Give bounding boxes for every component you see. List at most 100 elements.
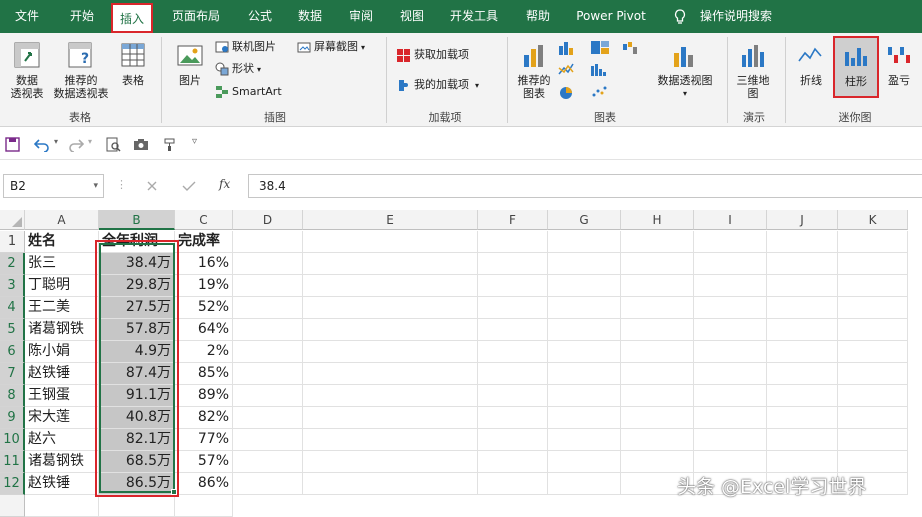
cell-empty[interactable] bbox=[233, 253, 303, 275]
cell-empty[interactable] bbox=[303, 363, 478, 385]
cell-empty[interactable] bbox=[478, 319, 548, 341]
cell-empty[interactable] bbox=[303, 341, 478, 363]
cell-completion[interactable]: 86% bbox=[175, 473, 233, 495]
tab-data[interactable]: 数据 bbox=[290, 0, 330, 33]
row-header-2[interactable]: 2 bbox=[0, 253, 25, 275]
cell-completion[interactable]: 89% bbox=[175, 385, 233, 407]
redo-icon[interactable] bbox=[68, 137, 84, 152]
tab-formulas[interactable]: 公式 bbox=[238, 0, 282, 33]
cell-name[interactable]: 张三 bbox=[25, 253, 99, 275]
format-painter-icon[interactable] bbox=[162, 137, 177, 152]
sparkline-line-button[interactable]: 折线 bbox=[793, 41, 829, 87]
undo-icon[interactable] bbox=[34, 137, 50, 152]
cell-completion[interactable]: 85% bbox=[175, 363, 233, 385]
cell-empty[interactable] bbox=[548, 253, 621, 275]
cell-empty[interactable] bbox=[303, 407, 478, 429]
cell-empty[interactable] bbox=[694, 297, 767, 319]
column-chart-button[interactable] bbox=[558, 38, 588, 56]
sparkline-winloss-button[interactable]: 盈亏 bbox=[882, 41, 916, 87]
row-header-12[interactable]: 12 bbox=[0, 473, 25, 495]
tell-me-search[interactable]: 操作说明搜索 bbox=[694, 0, 778, 33]
cell-empty[interactable] bbox=[621, 363, 694, 385]
cell-empty[interactable] bbox=[694, 429, 767, 451]
cell-empty[interactable] bbox=[838, 407, 908, 429]
cell-empty[interactable] bbox=[233, 297, 303, 319]
tab-page-layout[interactable]: 页面布局 bbox=[164, 0, 228, 33]
cell-empty[interactable] bbox=[233, 473, 303, 495]
cell-empty[interactable] bbox=[303, 231, 478, 253]
cell-empty[interactable] bbox=[621, 407, 694, 429]
cell-empty[interactable] bbox=[548, 385, 621, 407]
cell-empty[interactable] bbox=[838, 253, 908, 275]
column-header-a[interactable]: A bbox=[25, 210, 99, 230]
cell-empty[interactable] bbox=[548, 319, 621, 341]
cell-empty[interactable] bbox=[233, 385, 303, 407]
cell-empty[interactable] bbox=[548, 231, 621, 253]
cell-empty[interactable] bbox=[478, 253, 548, 275]
confirm-entry-icon[interactable] bbox=[182, 180, 196, 192]
pivot-table-button[interactable]: 数据 透视表 bbox=[6, 41, 48, 100]
cell-empty[interactable] bbox=[478, 297, 548, 319]
pie-chart-button[interactable] bbox=[558, 83, 588, 101]
3d-map-button[interactable]: 三维地 图 bbox=[732, 41, 774, 100]
column-header-b[interactable]: B bbox=[99, 210, 175, 230]
pictures-button[interactable]: 图片 bbox=[170, 41, 210, 87]
line-chart-button[interactable] bbox=[558, 60, 588, 78]
cell-completion[interactable]: 64% bbox=[175, 319, 233, 341]
cell-name[interactable]: 诸葛钢铁 bbox=[25, 451, 99, 473]
row-header-3[interactable]: 3 bbox=[0, 275, 25, 297]
cell-empty[interactable] bbox=[694, 319, 767, 341]
cell-completion[interactable]: 2% bbox=[175, 341, 233, 363]
cell-completion[interactable]: 82% bbox=[175, 407, 233, 429]
tab-file[interactable]: 文件 bbox=[4, 0, 50, 33]
cell-completion[interactable]: 57% bbox=[175, 451, 233, 473]
shapes-button[interactable]: 形状 ▾ bbox=[215, 60, 261, 78]
cell-empty[interactable] bbox=[621, 385, 694, 407]
cell-empty[interactable] bbox=[838, 341, 908, 363]
cell-empty[interactable] bbox=[478, 363, 548, 385]
cell-empty[interactable] bbox=[621, 253, 694, 275]
cell-empty[interactable] bbox=[767, 385, 838, 407]
cell-empty[interactable] bbox=[694, 275, 767, 297]
name-box[interactable]: B2 ▾ bbox=[3, 174, 104, 198]
recommended-charts-button[interactable]: 推荐的 图表 bbox=[512, 41, 556, 100]
cell-empty[interactable] bbox=[838, 319, 908, 341]
cell-empty[interactable] bbox=[548, 473, 621, 495]
row-header-9[interactable]: 9 bbox=[0, 407, 25, 429]
formula-input[interactable]: 38.4 bbox=[248, 174, 922, 198]
cell-empty[interactable] bbox=[303, 297, 478, 319]
cell-empty[interactable] bbox=[478, 341, 548, 363]
cell-empty[interactable] bbox=[478, 407, 548, 429]
cell-empty[interactable] bbox=[838, 297, 908, 319]
sparkline-column-button[interactable]: 柱形 bbox=[833, 36, 879, 98]
cell-empty[interactable] bbox=[694, 231, 767, 253]
cell-empty[interactable] bbox=[233, 319, 303, 341]
fill-handle[interactable] bbox=[171, 489, 177, 495]
cell-empty[interactable] bbox=[233, 451, 303, 473]
row-header-5[interactable]: 5 bbox=[0, 319, 25, 341]
cell-empty[interactable] bbox=[838, 385, 908, 407]
cell-empty[interactable] bbox=[694, 341, 767, 363]
cell-empty[interactable] bbox=[621, 319, 694, 341]
cancel-entry-icon[interactable] bbox=[146, 180, 158, 192]
insert-function-icon[interactable]: fx bbox=[219, 177, 230, 191]
cell-empty[interactable] bbox=[767, 429, 838, 451]
cell-empty[interactable] bbox=[767, 451, 838, 473]
cell-empty[interactable] bbox=[233, 363, 303, 385]
cell-empty[interactable] bbox=[767, 275, 838, 297]
cell-completion[interactable]: 77% bbox=[175, 429, 233, 451]
cell-name[interactable]: 王二美 bbox=[25, 297, 99, 319]
cell-empty[interactable] bbox=[548, 429, 621, 451]
cell-empty[interactable] bbox=[303, 275, 478, 297]
cell-completion[interactable]: 19% bbox=[175, 275, 233, 297]
column-header-i[interactable]: I bbox=[694, 210, 767, 230]
cell-completion[interactable]: 16% bbox=[175, 253, 233, 275]
cell-name[interactable]: 诸葛钢铁 bbox=[25, 319, 99, 341]
row-header-7[interactable]: 7 bbox=[0, 363, 25, 385]
tab-view[interactable]: 视图 bbox=[392, 0, 432, 33]
cell-empty[interactable] bbox=[767, 407, 838, 429]
table-button[interactable]: 表格 bbox=[115, 41, 151, 87]
cell-empty[interactable] bbox=[767, 231, 838, 253]
print-preview-icon[interactable] bbox=[106, 137, 121, 152]
cell-empty[interactable] bbox=[478, 231, 548, 253]
